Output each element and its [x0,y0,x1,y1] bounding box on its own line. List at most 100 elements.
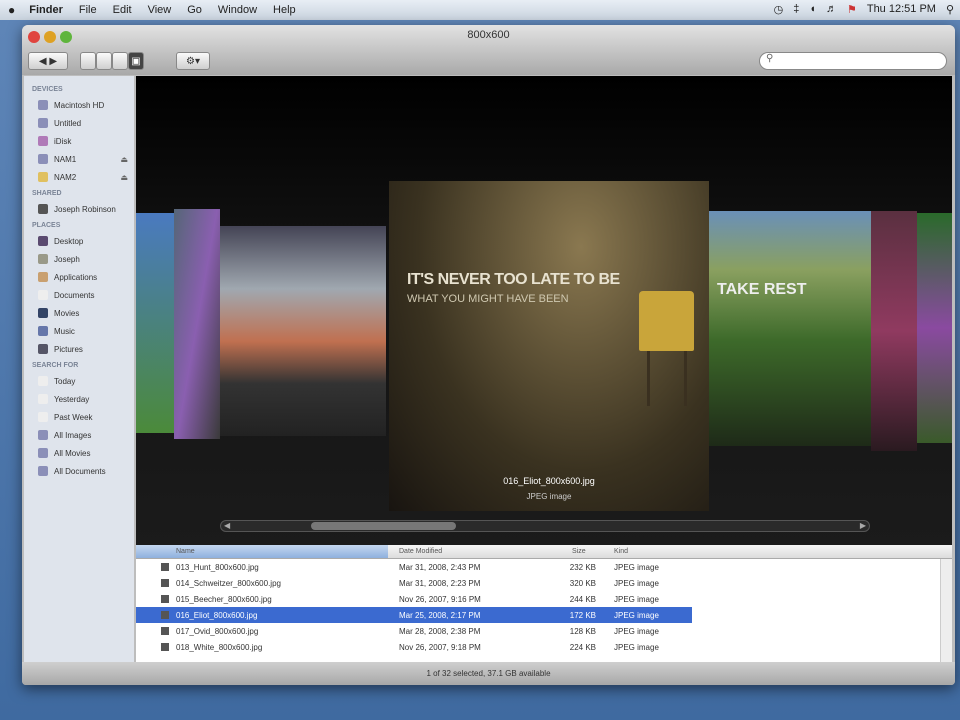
table-row[interactable]: 013_Hunt_800x600.jpg Mar 31, 2008, 2:43 … [136,559,952,575]
table-row[interactable]: 014_Schweitzer_800x600.jpg Mar 31, 2008,… [136,575,952,591]
cover-image[interactable] [174,209,220,439]
file-name: 017_Ovid_800x600.jpg [176,627,259,636]
status-bar: 1 of 32 selected, 37.1 GB available [22,662,955,685]
bluetooth-icon[interactable]: ‡ [793,3,799,16]
search-icon: ⚲ [766,53,774,64]
cover-image[interactable] [220,226,386,436]
column-kind[interactable]: Kind [614,548,628,555]
file-date: Mar 31, 2008, 2:43 PM [399,563,481,572]
forward-icon[interactable]: ▶ [49,56,57,67]
sidebar-item-applications[interactable]: Applications [24,268,134,286]
scroll-left-icon[interactable]: ◀ [224,521,230,530]
sidebar-item-joseph-robinson[interactable]: Joseph Robinson [24,200,134,218]
sidebar-item-home[interactable]: Joseph [24,250,134,268]
search-input[interactable]: ⚲ [759,52,947,70]
smart-folder-icon [38,466,48,476]
sidebar-item-today[interactable]: Today [24,372,134,390]
documents-icon [38,290,48,300]
selected-caption: 016_Eliot_800x600.jpg JPEG image [389,476,709,507]
window-title: 800x600 [467,29,510,41]
column-size[interactable]: Size [572,548,586,555]
column-name[interactable]: Name [176,548,195,555]
sidebar-item-documents[interactable]: Documents [24,286,134,304]
column-date-modified[interactable]: Date Modified [399,548,442,555]
scroll-right-icon[interactable]: ▶ [860,521,866,530]
spotlight-icon[interactable]: ⚲ [946,3,954,16]
cover-image[interactable] [871,211,917,451]
sidebar-item-nam2[interactable]: NAM2 ⏏ [24,168,134,186]
time-machine-icon[interactable]: ◷ [774,3,784,16]
cover-image-selected[interactable]: IT'S NEVER TOO LATE TO BE WHAT YOU MIGHT… [389,181,709,511]
eject-icon[interactable]: ⏏ [120,173,128,182]
disk-icon [38,154,48,164]
jpeg-file-icon [161,563,169,571]
sidebar-item-nam1[interactable]: NAM1 ⏏ [24,150,134,168]
sidebar-header-search-for: SEARCH FOR [32,362,79,369]
file-size: 244 KB [569,595,596,604]
icon-view-button[interactable] [80,52,96,70]
wifi-icon[interactable]: ◖ [809,3,816,16]
file-kind: JPEG image [614,643,659,652]
jpeg-file-icon [161,611,169,619]
menu-edit[interactable]: Edit [113,4,132,16]
sidebar-item-all-images[interactable]: All Images [24,426,134,444]
cover-flow[interactable]: IT'S NEVER TOO LATE TO BE WHAT YOU MIGHT… [136,76,952,545]
vertical-scrollbar[interactable] [940,559,952,662]
sidebar-item-untitled[interactable]: Untitled [24,114,134,132]
sidebar-item-past-week[interactable]: Past Week [24,408,134,426]
file-size: 320 KB [569,579,596,588]
sidebar-item-macintosh-hd[interactable]: Macintosh HD [24,96,134,114]
sidebar-item-idisk[interactable]: iDisk [24,132,134,150]
sidebar-item-yesterday[interactable]: Yesterday [24,390,134,408]
cover-image[interactable] [136,213,176,433]
clock-icon [38,376,48,386]
file-list: Name Date Modified Size Kind 013_Hunt_80… [136,545,952,662]
sidebar-item-pictures[interactable]: Pictures [24,340,134,358]
sidebar-item-all-documents[interactable]: All Documents [24,462,134,480]
movies-icon [38,308,48,318]
file-name: 014_Schweitzer_800x600.jpg [176,579,281,588]
table-row[interactable]: 018_White_800x600.jpg Nov 26, 2007, 9:18… [136,639,952,655]
desktop-icon [38,236,48,246]
title-bar: 800x600 ◀ ▶ ▣ ⚙▾ ⚲ [22,25,955,75]
file-kind: JPEG image [614,595,659,604]
menu-window[interactable]: Window [218,4,257,16]
file-date: Nov 26, 2007, 9:16 PM [399,595,481,604]
file-name: 013_Hunt_800x600.jpg [176,563,259,572]
back-icon[interactable]: ◀ [39,56,47,67]
file-size: 224 KB [569,643,596,652]
file-name: 016_Eliot_800x600.jpg [176,611,258,620]
flag-icon[interactable]: ⚑ [847,3,857,16]
table-row[interactable]: 017_Ovid_800x600.jpg Mar 28, 2008, 2:38 … [136,623,952,639]
apple-menu-icon[interactable]: ● [8,3,15,17]
sidebar-item-movies[interactable]: Movies [24,304,134,322]
cover-image[interactable] [917,213,952,443]
menu-go[interactable]: Go [187,4,202,16]
menu-help[interactable]: Help [273,4,296,16]
clock-icon [38,412,48,422]
coverflow-view-button[interactable]: ▣ [128,52,144,70]
clock[interactable]: Thu 12:51 PM [867,3,936,16]
action-button[interactable]: ⚙▾ [176,52,210,70]
list-view-button[interactable] [96,52,112,70]
selected-file-kind: JPEG image [526,492,572,501]
sidebar-header-shared: SHARED [32,190,62,197]
volume-icon[interactable]: ♬ [826,3,837,16]
cover-flow-scrollbar[interactable]: ◀ ▶ [220,520,870,532]
menu-finder[interactable]: Finder [29,4,63,16]
table-row[interactable]: 015_Beecher_800x600.jpg Nov 26, 2007, 9:… [136,591,952,607]
menu-file[interactable]: File [79,4,97,16]
sidebar-item-all-movies[interactable]: All Movies [24,444,134,462]
menu-bar: ● Finder File Edit View Go Window Help ◷… [0,0,960,20]
sidebar-item-music[interactable]: Music [24,322,134,340]
scrollbar-thumb[interactable] [311,522,456,530]
sidebar-item-desktop[interactable]: Desktop [24,232,134,250]
menu-view[interactable]: View [148,4,172,16]
music-icon [38,326,48,336]
cover-image[interactable]: TAKE REST [709,211,871,446]
jpeg-file-icon [161,579,169,587]
back-forward-button[interactable]: ◀ ▶ [28,52,68,70]
table-row[interactable]: 016_Eliot_800x600.jpg Mar 25, 2008, 2:17… [136,607,692,623]
eject-icon[interactable]: ⏏ [120,155,128,164]
column-view-button[interactable] [112,52,128,70]
